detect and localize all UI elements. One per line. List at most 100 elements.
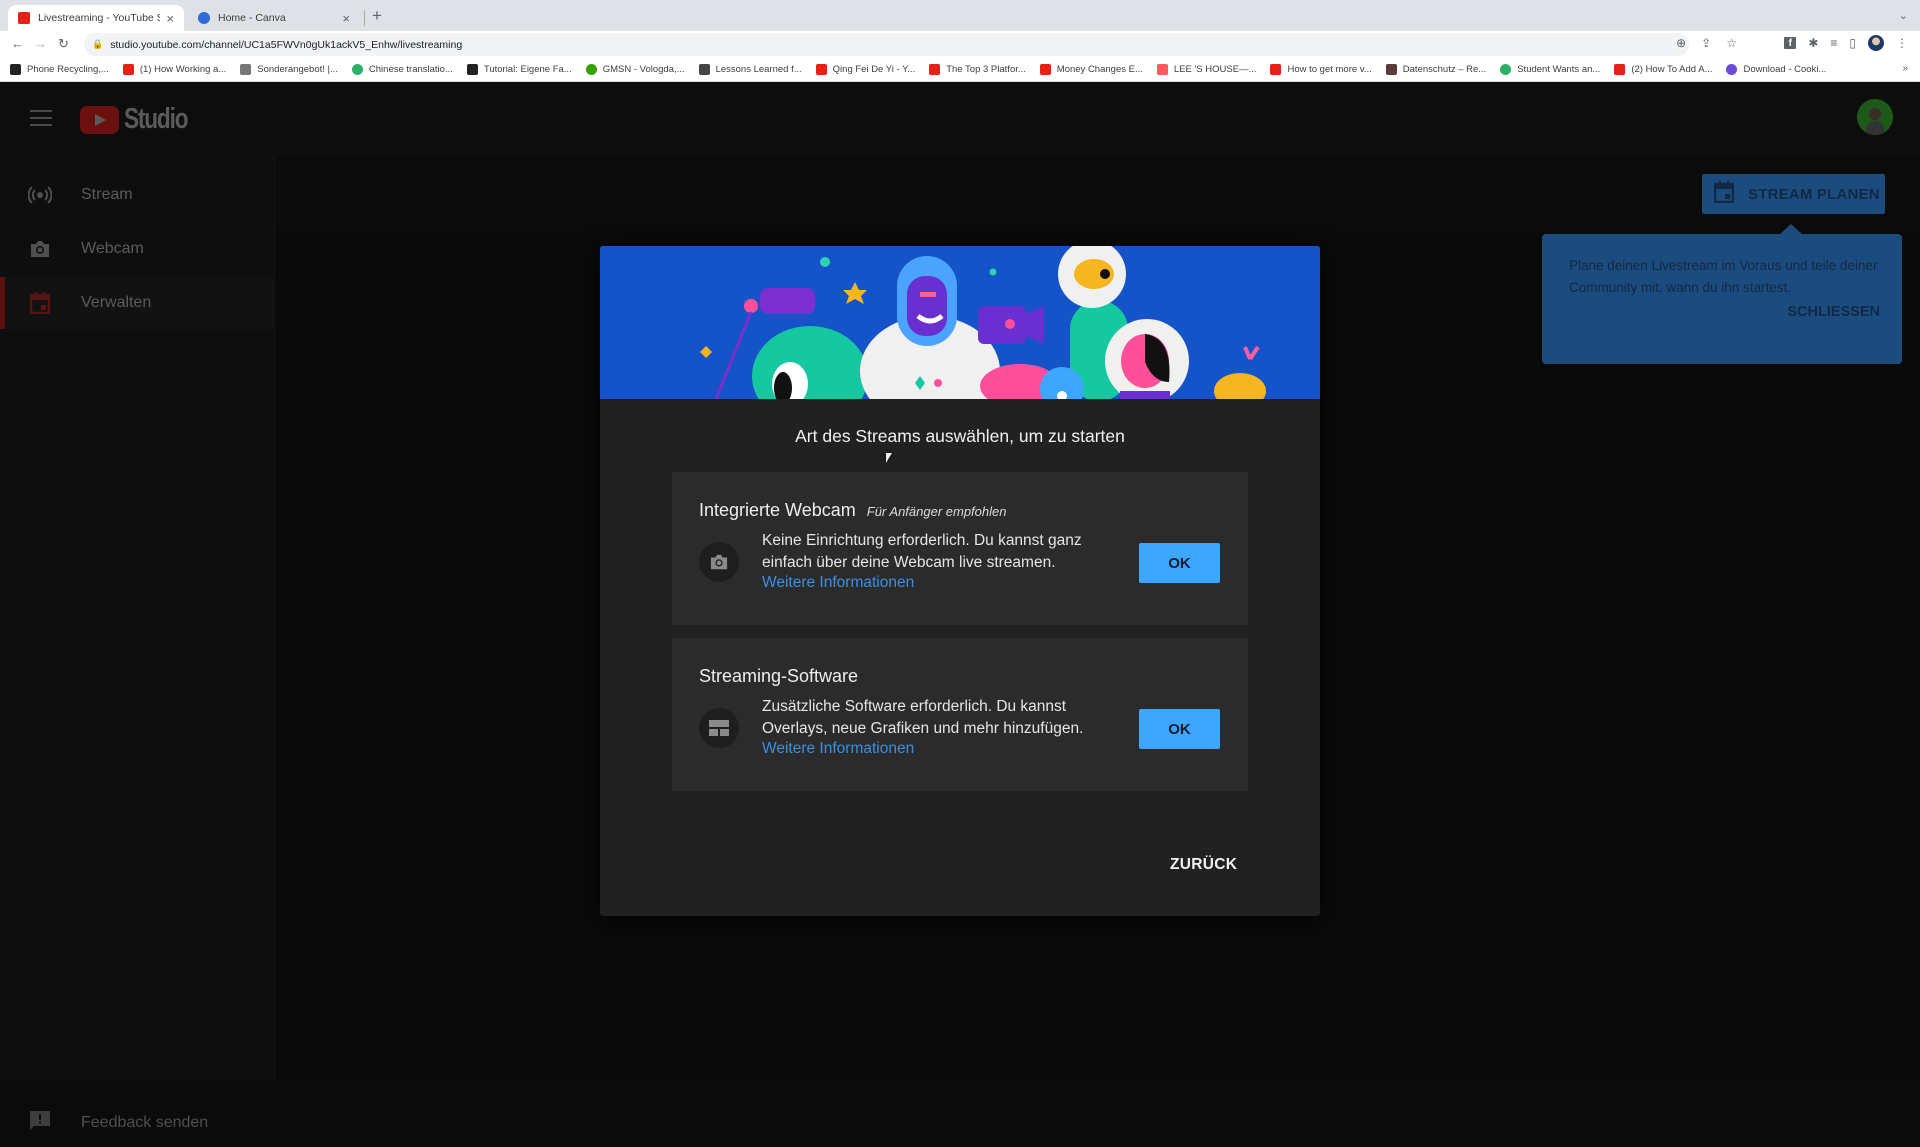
sidebar-item-verwalten[interactable]: Verwalten [0, 277, 275, 329]
bookmark-label: GMSN - Vologda,... [602, 64, 685, 75]
option-title: Streaming-Software [699, 666, 858, 687]
bookmark-item[interactable]: The Top 3 Platfor... [929, 64, 1026, 75]
bookmark-label: Student Wants an... [1517, 64, 1601, 75]
back-button[interactable]: ZURÜCK [1170, 856, 1237, 874]
back-arrow-icon[interactable]: ← [11, 36, 24, 51]
learn-more-link[interactable]: Weitere Informationen [762, 740, 914, 758]
bookmark-label: Phone Recycling,... [27, 64, 109, 75]
youtube-icon [18, 12, 30, 24]
bookmark-label: Tutorial: Eigene Fa... [483, 64, 572, 75]
youtube-play-icon [80, 105, 119, 134]
tab-youtube-studio[interactable]: Livestreaming - YouTube Studio × [8, 5, 184, 31]
bookmark-label: (1) How Working a... [139, 64, 227, 75]
hash-icon [466, 64, 478, 75]
account-avatar[interactable] [1857, 99, 1893, 135]
bookmark-item[interactable]: Chinese translatio... [351, 64, 453, 75]
logo-text: Studio [124, 103, 189, 135]
bookmark-item[interactable]: GMSN - Vologda,... [585, 64, 685, 75]
bookmark-item[interactable]: Lessons Learned f... [698, 64, 802, 75]
bookmark-item[interactable]: Phone Recycling,... [10, 64, 109, 75]
tab-canva[interactable]: Home - Canva × [188, 5, 360, 31]
upwork-icon [585, 64, 597, 75]
hamburger-menu-icon[interactable] [30, 110, 52, 126]
share-icon[interactable]: ⇪ [1701, 36, 1711, 50]
bookmark-item[interactable]: Qing Fei De Yi - Y... [815, 64, 915, 75]
bookmarks-overflow-button[interactable]: » [1902, 63, 1908, 74]
broadcast-icon [28, 183, 52, 207]
option-title-text: Integrierte Webcam [699, 500, 856, 520]
youtube-icon [1614, 64, 1626, 75]
bookmark-item[interactable]: Sonderangebot! |... [240, 64, 338, 75]
feedback-icon [28, 1109, 52, 1138]
reading-list-icon[interactable]: ≡ [1830, 36, 1837, 50]
bookmark-item[interactable]: Money Changes E... [1039, 64, 1143, 75]
calendar-icon [1713, 180, 1735, 208]
kebab-menu-icon[interactable]: ⋮ [1896, 36, 1908, 50]
zoom-icon[interactable]: ⊕ [1676, 36, 1686, 50]
bookmark-label: Lessons Learned f... [715, 64, 802, 75]
close-icon[interactable]: × [342, 11, 350, 26]
dialog-title: Art des Streams auswählen, um zu starten [795, 426, 1125, 446]
tab-search-chevron-icon[interactable]: ⌄ [1899, 9, 1908, 22]
astronaut-illustration [600, 246, 1320, 399]
recommended-badge: Für Anfänger empfohlen [866, 504, 1007, 519]
youtube-icon [929, 64, 941, 75]
camera-icon [28, 237, 52, 261]
bookmark-item[interactable]: Student Wants an... [1500, 64, 1600, 75]
bookmark-item[interactable]: Download - Cooki... [1726, 64, 1826, 75]
app-header: Studio [0, 82, 1920, 155]
bookmark-label: Chinese translatio... [368, 64, 453, 75]
canva-icon [198, 12, 210, 24]
close-icon[interactable]: × [166, 11, 174, 26]
bookmark-item[interactable]: (1) How Working a... [122, 64, 227, 75]
profile-avatar-icon[interactable] [1868, 35, 1884, 51]
bookmark-item[interactable]: Datenschutz – Re... [1385, 64, 1487, 75]
tooltip-text: Plane deinen Livestream im Voraus und te… [1569, 258, 1878, 295]
option-card-webcam: Integrierte Webcam Für Anfänger empfohle… [672, 472, 1248, 625]
camera-icon [699, 542, 739, 582]
option-title-text: Streaming-Software [699, 666, 859, 686]
layout-icon [699, 708, 739, 748]
sidebar-item-label: Stream [81, 186, 133, 203]
airbnb-icon [1156, 64, 1168, 75]
bookmark-item[interactable]: (2) How To Add A... [1614, 64, 1712, 75]
option-description: Zusätzliche Software erforderlich. Du ka… [762, 698, 1084, 737]
bookmark-label: Datenschutz – Re... [1402, 64, 1487, 75]
url-text: studio.youtube.com/channel/UC1a5FWVn0gUk… [110, 38, 463, 51]
bookmark-item[interactable]: How to get more v... [1270, 64, 1372, 75]
feedback-button[interactable]: Feedback senden [0, 1099, 275, 1147]
sidebar-item-label: Webcam [81, 240, 144, 257]
side-panel-icon[interactable]: ▯ [1849, 36, 1856, 50]
green-circle-icon [351, 64, 363, 75]
option-description: Keine Einrichtung erforderlich. Du kanns… [762, 532, 1082, 571]
bookmark-label: LEE 'S HOUSE—... [1173, 64, 1257, 75]
calendar-icon [28, 291, 52, 315]
webcam-ok-button[interactable]: OK [1139, 543, 1220, 583]
facebook-extension-icon[interactable]: f [1784, 37, 1797, 49]
star-icon[interactable]: ☆ [1726, 36, 1737, 50]
sidebar-item-webcam[interactable]: Webcam [0, 223, 275, 275]
address-bar[interactable]: 🔒 studio.youtube.com/channel/UC1a5FWVn0g… [84, 33, 1689, 56]
youtube-icon [1270, 64, 1282, 75]
bookmarks-bar: Phone Recycling,... (1) How Working a... S… [0, 58, 1920, 82]
bookmark-label: How to get more v... [1287, 64, 1372, 75]
schedule-stream-label: STREAM PLANEN [1748, 185, 1880, 203]
learn-more-link[interactable]: Weitere Informationen [762, 574, 914, 592]
streaming-software-ok-button[interactable]: OK [1139, 709, 1220, 749]
bookmark-label: (2) How To Add A... [1631, 64, 1713, 75]
schedule-tooltip: Plane deinen Livestream im Voraus und te… [1542, 224, 1902, 364]
bookmark-item[interactable]: LEE 'S HOUSE—... [1156, 64, 1257, 75]
reload-icon[interactable]: ↻ [58, 36, 69, 52]
forward-arrow-icon[interactable]: → [34, 36, 47, 51]
youtube-studio-logo[interactable]: Studio [80, 103, 205, 136]
bookmark-label: Download - Cooki... [1743, 64, 1827, 75]
mouse-cursor-icon [886, 453, 892, 463]
browser-toolbar: ← → ↻ 🔒 studio.youtube.com/channel/UC1a5… [0, 31, 1920, 58]
bookmark-item[interactable]: Tutorial: Eigene Fa... [466, 64, 572, 75]
sidebar-item-stream[interactable]: Stream [0, 169, 275, 221]
tooltip-close-button[interactable]: SCHLIESSEN [1787, 304, 1880, 320]
green-circle-icon [1500, 64, 1512, 75]
new-tab-button[interactable]: + [372, 6, 382, 26]
schedule-stream-button[interactable]: STREAM PLANEN [1702, 174, 1885, 214]
puzzle-extension-icon[interactable]: ✱ [1808, 36, 1818, 50]
